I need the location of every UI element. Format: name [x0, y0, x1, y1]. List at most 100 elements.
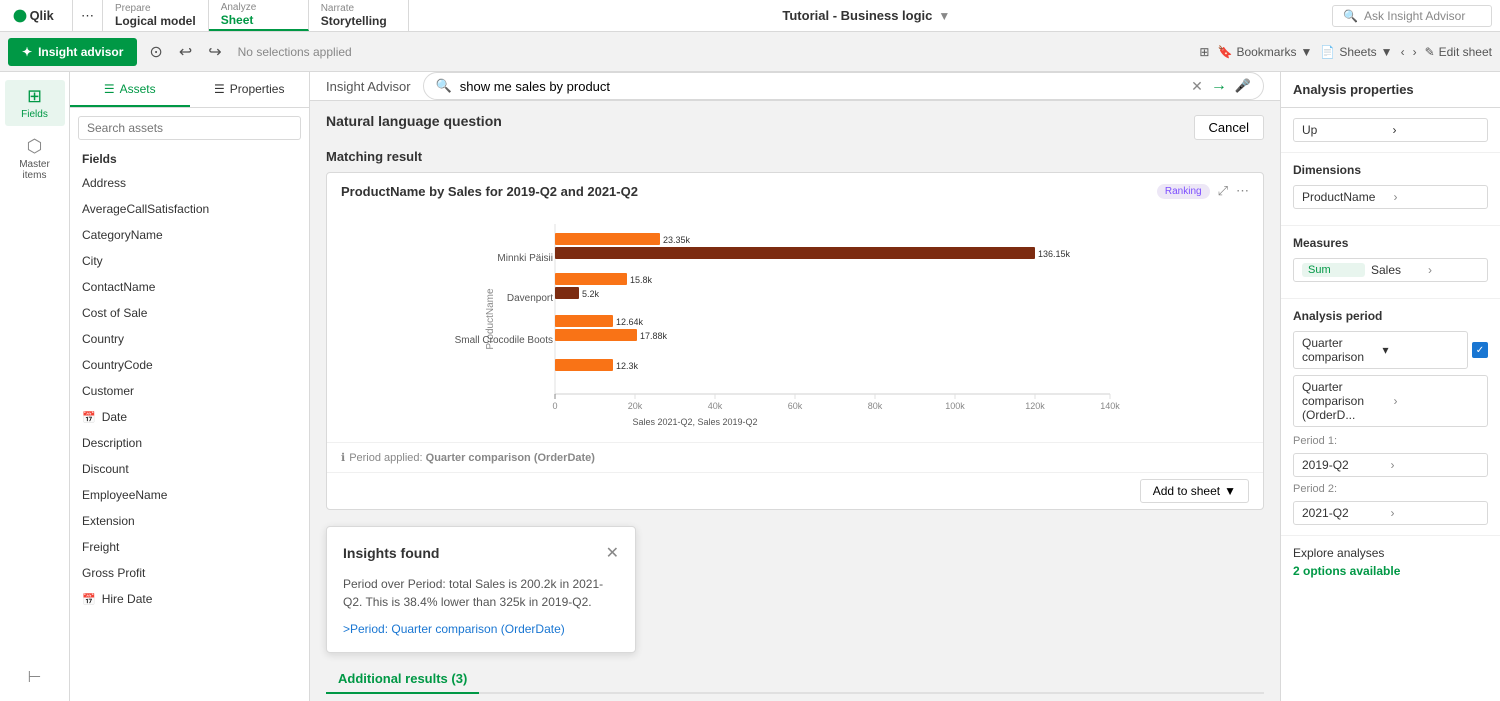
- list-item[interactable]: Address: [70, 170, 309, 196]
- list-item[interactable]: Extension: [70, 508, 309, 534]
- list-item[interactable]: Gross Profit: [70, 560, 309, 586]
- insights-period-link[interactable]: >Period: Quarter comparison (OrderDate): [343, 622, 565, 636]
- analysis-period-dropdown-row: Quarter comparison ▾ ✓: [1293, 331, 1488, 369]
- sidebar-item-fields[interactable]: ⊞ Fields: [5, 80, 65, 126]
- dimension-productname[interactable]: ProductName ›: [1293, 185, 1488, 209]
- measure-sales[interactable]: Sum Sales ›: [1293, 258, 1488, 282]
- period1-label: Period 1:: [1293, 435, 1488, 447]
- search-input[interactable]: [78, 116, 301, 140]
- left-panel: ⊞ Fields ⬡ Master items ⊢: [0, 72, 70, 701]
- undo-icon[interactable]: ↩: [175, 38, 196, 66]
- list-item[interactable]: Country: [70, 326, 309, 352]
- list-item[interactable]: CategoryName: [70, 222, 309, 248]
- svg-text:100k: 100k: [945, 401, 965, 411]
- measures-label: Measures: [1293, 236, 1488, 250]
- more-options-icon[interactable]: ⋯: [1236, 183, 1249, 199]
- narrate-section[interactable]: Narrate Storytelling: [309, 0, 409, 31]
- matching-result-label: Matching result: [326, 149, 1264, 164]
- analysis-period-checkbox[interactable]: ✓: [1472, 342, 1488, 358]
- chart-period-notice: ℹ Period applied: Quarter comparison (Or…: [327, 442, 1263, 472]
- tab-properties[interactable]: ☰ Properties: [190, 72, 310, 107]
- list-item[interactable]: Description: [70, 430, 309, 456]
- close-insights-icon[interactable]: ✕: [606, 543, 619, 563]
- list-item[interactable]: AverageCallSatisfaction: [70, 196, 309, 222]
- list-item[interactable]: City: [70, 248, 309, 274]
- dropdown-arrow-icon: ▼: [1224, 484, 1236, 498]
- list-item[interactable]: 📅 Hire Date: [70, 586, 309, 612]
- top-nav-right: 🔍 Ask Insight Advisor: [1324, 0, 1500, 31]
- svg-text:0: 0: [552, 401, 557, 411]
- ia-search-submit-icon[interactable]: →: [1211, 77, 1227, 95]
- list-item[interactable]: CountryCode: [70, 352, 309, 378]
- more-menu-icon[interactable]: ⋯: [73, 0, 103, 31]
- period2-dropdown[interactable]: 2021-Q2 ›: [1293, 501, 1488, 525]
- add-to-sheet-button[interactable]: Add to sheet ▼: [1140, 479, 1249, 503]
- ia-microphone-icon[interactable]: 🎤: [1235, 78, 1251, 94]
- list-item[interactable]: Customer: [70, 378, 309, 404]
- svg-text:Qlik: Qlik: [30, 8, 55, 23]
- analysis-period-sub[interactable]: Quarter comparison (OrderD... ›: [1293, 375, 1488, 427]
- sidebar-item-master-items[interactable]: ⬡ Master items: [5, 130, 65, 187]
- main-layout: ⊞ Fields ⬡ Master items ⊢ ☰ Assets ☰ Pro…: [0, 72, 1500, 701]
- chart-footer: Add to sheet ▼: [327, 472, 1263, 509]
- toolbar-right: ⊞ 🔖 Bookmarks ▼ 📄 Sheets ▼ ‹ › ✎ Edit sh…: [1199, 45, 1492, 59]
- list-item[interactable]: Freight: [70, 534, 309, 560]
- expand-icon[interactable]: ⤢: [1218, 183, 1228, 199]
- period1-dropdown[interactable]: 2019-Q2 ›: [1293, 453, 1488, 477]
- svg-text:80k: 80k: [868, 401, 883, 411]
- insight-advisor-button[interactable]: ✦ Insight advisor: [8, 38, 137, 66]
- analyze-section[interactable]: Analyze Sheet: [209, 0, 309, 31]
- list-item[interactable]: ContactName: [70, 274, 309, 300]
- explore-analyses-link[interactable]: 2 options available: [1293, 564, 1488, 578]
- analysis-period-dropdown[interactable]: Quarter comparison ▾: [1293, 331, 1468, 369]
- measures-section: Measures Sum Sales ›: [1281, 226, 1500, 299]
- tab-assets[interactable]: ☰ Assets: [70, 72, 190, 107]
- chevron-down-icon: ▾: [1383, 343, 1460, 357]
- svg-text:140k: 140k: [1100, 401, 1120, 411]
- insights-found-header: Insights found ✕: [343, 543, 619, 563]
- svg-text:5.2k: 5.2k: [582, 289, 600, 299]
- prepare-section[interactable]: Prepare Logical model: [103, 0, 209, 31]
- matching-result-section: Matching result ProductName by Sales for…: [310, 149, 1280, 701]
- ia-header: Insight Advisor 🔍 ✕ → 🎤: [310, 72, 1280, 101]
- list-item[interactable]: Discount: [70, 456, 309, 482]
- svg-text:60k: 60k: [788, 401, 803, 411]
- logo: Qlik: [0, 0, 73, 31]
- ia-search-clear-icon[interactable]: ✕: [1191, 78, 1203, 95]
- properties-tab-icon: ☰: [214, 82, 225, 96]
- list-item[interactable]: EmployeeName: [70, 482, 309, 508]
- fields-list: Address AverageCallSatisfaction Category…: [70, 170, 309, 701]
- period-rows: Period 1: 2019-Q2 › Period 2: 2021-Q2 ›: [1293, 435, 1488, 525]
- bookmarks-button[interactable]: 🔖 Bookmarks ▼: [1217, 45, 1312, 59]
- date-icon: 📅: [82, 593, 96, 606]
- analysis-period-label: Analysis period: [1293, 309, 1488, 323]
- chevron-right-icon: ›: [1394, 190, 1480, 204]
- chevron-right-icon: ›: [1393, 123, 1480, 137]
- next-sheet-icon[interactable]: ›: [1413, 45, 1417, 59]
- expand-panel-icon: ⊢: [28, 667, 42, 687]
- list-item[interactable]: 📅 Date: [70, 404, 309, 430]
- list-item[interactable]: Cost of Sale: [70, 300, 309, 326]
- svg-text:23.35k: 23.35k: [663, 235, 691, 245]
- assets-panel: ☰ Assets ☰ Properties Fields Address Ave…: [70, 72, 310, 701]
- ia-search-input[interactable]: [460, 79, 1183, 94]
- dimensions-label: Dimensions: [1293, 163, 1488, 177]
- smart-search-icon[interactable]: ⊙: [145, 38, 166, 66]
- sum-badge: Sum: [1302, 263, 1365, 277]
- ask-ia-button[interactable]: 🔍 Ask Insight Advisor: [1332, 5, 1492, 27]
- sidebar-item-expand[interactable]: ⊢: [5, 661, 65, 693]
- svg-text:15.8k: 15.8k: [630, 275, 653, 285]
- sheets-button[interactable]: 📄 Sheets ▼: [1320, 45, 1392, 59]
- direction-dropdown[interactable]: Up ›: [1293, 118, 1488, 142]
- cancel-button[interactable]: Cancel: [1194, 115, 1264, 140]
- edit-sheet-button[interactable]: ✎ Edit sheet: [1425, 45, 1492, 59]
- redo-icon[interactable]: ↪: [204, 38, 225, 66]
- prev-sheet-icon[interactable]: ‹: [1401, 45, 1405, 59]
- assets-search-area: [70, 108, 309, 148]
- tab-additional-results[interactable]: Additional results (3): [326, 665, 479, 694]
- dimensions-section: Dimensions ProductName ›: [1281, 153, 1500, 226]
- grid-view-icon[interactable]: ⊞: [1199, 45, 1209, 59]
- additional-results-section: Additional results (3) Contribution of P…: [326, 665, 1264, 701]
- right-panel: Analysis properties Up › Dimensions Prod…: [1280, 72, 1500, 701]
- app-title[interactable]: Tutorial - Business logic ▼: [782, 8, 950, 23]
